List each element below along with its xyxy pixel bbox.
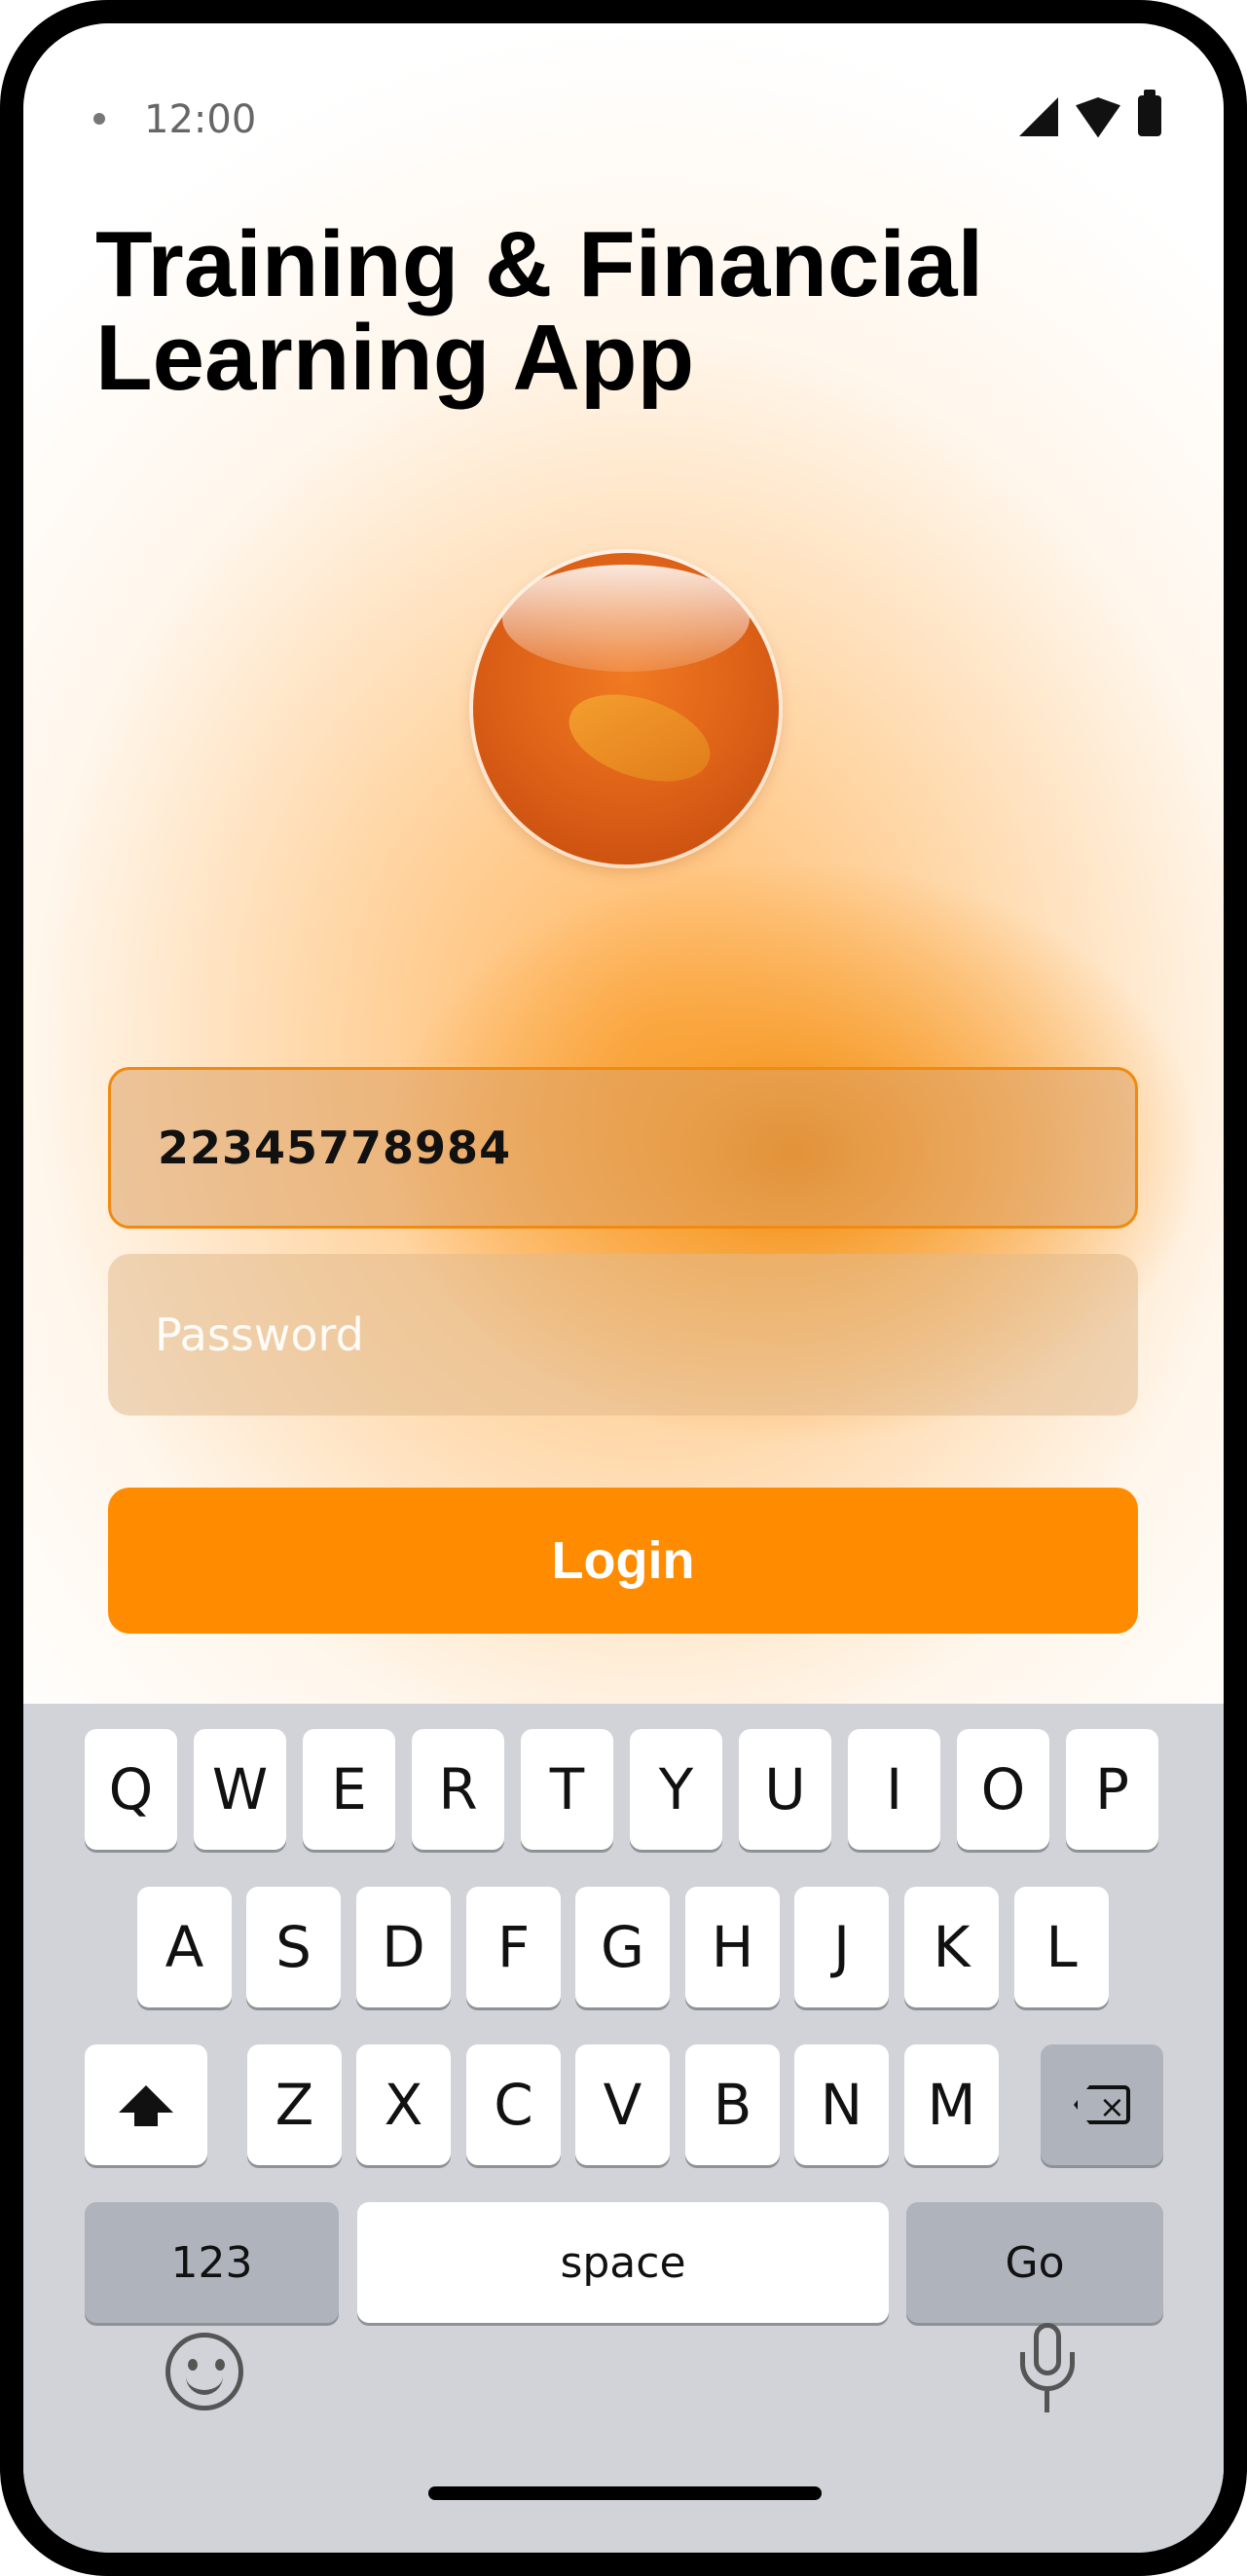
login-button[interactable]: Login [108,1488,1138,1634]
backspace-icon: × [1074,2085,1130,2124]
key-a[interactable]: A [137,1887,232,2007]
status-icons [1019,90,1161,136]
key-f[interactable]: F [466,1887,561,2007]
key-d[interactable]: D [356,1887,451,2007]
key-l[interactable]: L [1014,1887,1109,2007]
wifi-icon [1076,97,1120,136]
keyboard: Q W E R T Y U I O P A S D F G H J K L Z … [23,1704,1224,2553]
go-key[interactable]: Go [906,2202,1163,2323]
app-title: Training & Financial Learning App [95,212,984,410]
key-o[interactable]: O [957,1729,1049,1850]
home-indicator[interactable] [428,2486,822,2500]
key-i[interactable]: I [848,1729,940,1850]
space-key[interactable]: space [357,2202,889,2323]
key-y[interactable]: Y [630,1729,722,1850]
key-k[interactable]: K [904,1887,999,2007]
key-h[interactable]: H [685,1887,780,2007]
numbers-key[interactable]: 123 [85,2202,339,2323]
key-g[interactable]: G [575,1887,670,2007]
key-b[interactable]: B [685,2044,780,2165]
key-r[interactable]: R [412,1729,504,1850]
key-x[interactable]: X [356,2044,451,2165]
phone-frame: 12:00 Training & Financial Learning App … [0,0,1247,2576]
signal-icon [1019,97,1058,136]
key-w[interactable]: W [194,1729,286,1850]
microphone-icon[interactable] [1018,2323,1077,2420]
backspace-key[interactable]: × [1041,2044,1163,2165]
shift-key[interactable] [85,2044,207,2165]
logo-shine [502,565,750,672]
mic-stem [1045,2391,1049,2412]
phone-number-input[interactable]: 22345778984 [108,1067,1138,1229]
status-bar: 12:00 [23,23,1224,142]
emoji-icon[interactable] [165,2333,243,2410]
key-q[interactable]: Q [85,1729,177,1850]
key-c[interactable]: C [466,2044,561,2165]
screen: 12:00 Training & Financial Learning App … [23,23,1224,2553]
shift-icon [119,2085,173,2126]
notification-dot-icon [93,113,105,125]
password-input[interactable]: Password [108,1254,1138,1416]
key-s[interactable]: S [246,1887,341,2007]
status-time: 12:00 [144,97,257,142]
key-v[interactable]: V [575,2044,670,2165]
key-j[interactable]: J [794,1887,889,2007]
mic-cup [1020,2352,1075,2391]
key-u[interactable]: U [739,1729,831,1850]
key-e[interactable]: E [303,1729,395,1850]
app-logo [473,553,779,865]
logo-inner-highlight [558,678,721,798]
key-m[interactable]: M [904,2044,999,2165]
key-t[interactable]: T [521,1729,613,1850]
key-p[interactable]: P [1066,1729,1158,1850]
battery-icon [1138,90,1161,136]
key-n[interactable]: N [794,2044,889,2165]
key-z[interactable]: Z [247,2044,342,2165]
